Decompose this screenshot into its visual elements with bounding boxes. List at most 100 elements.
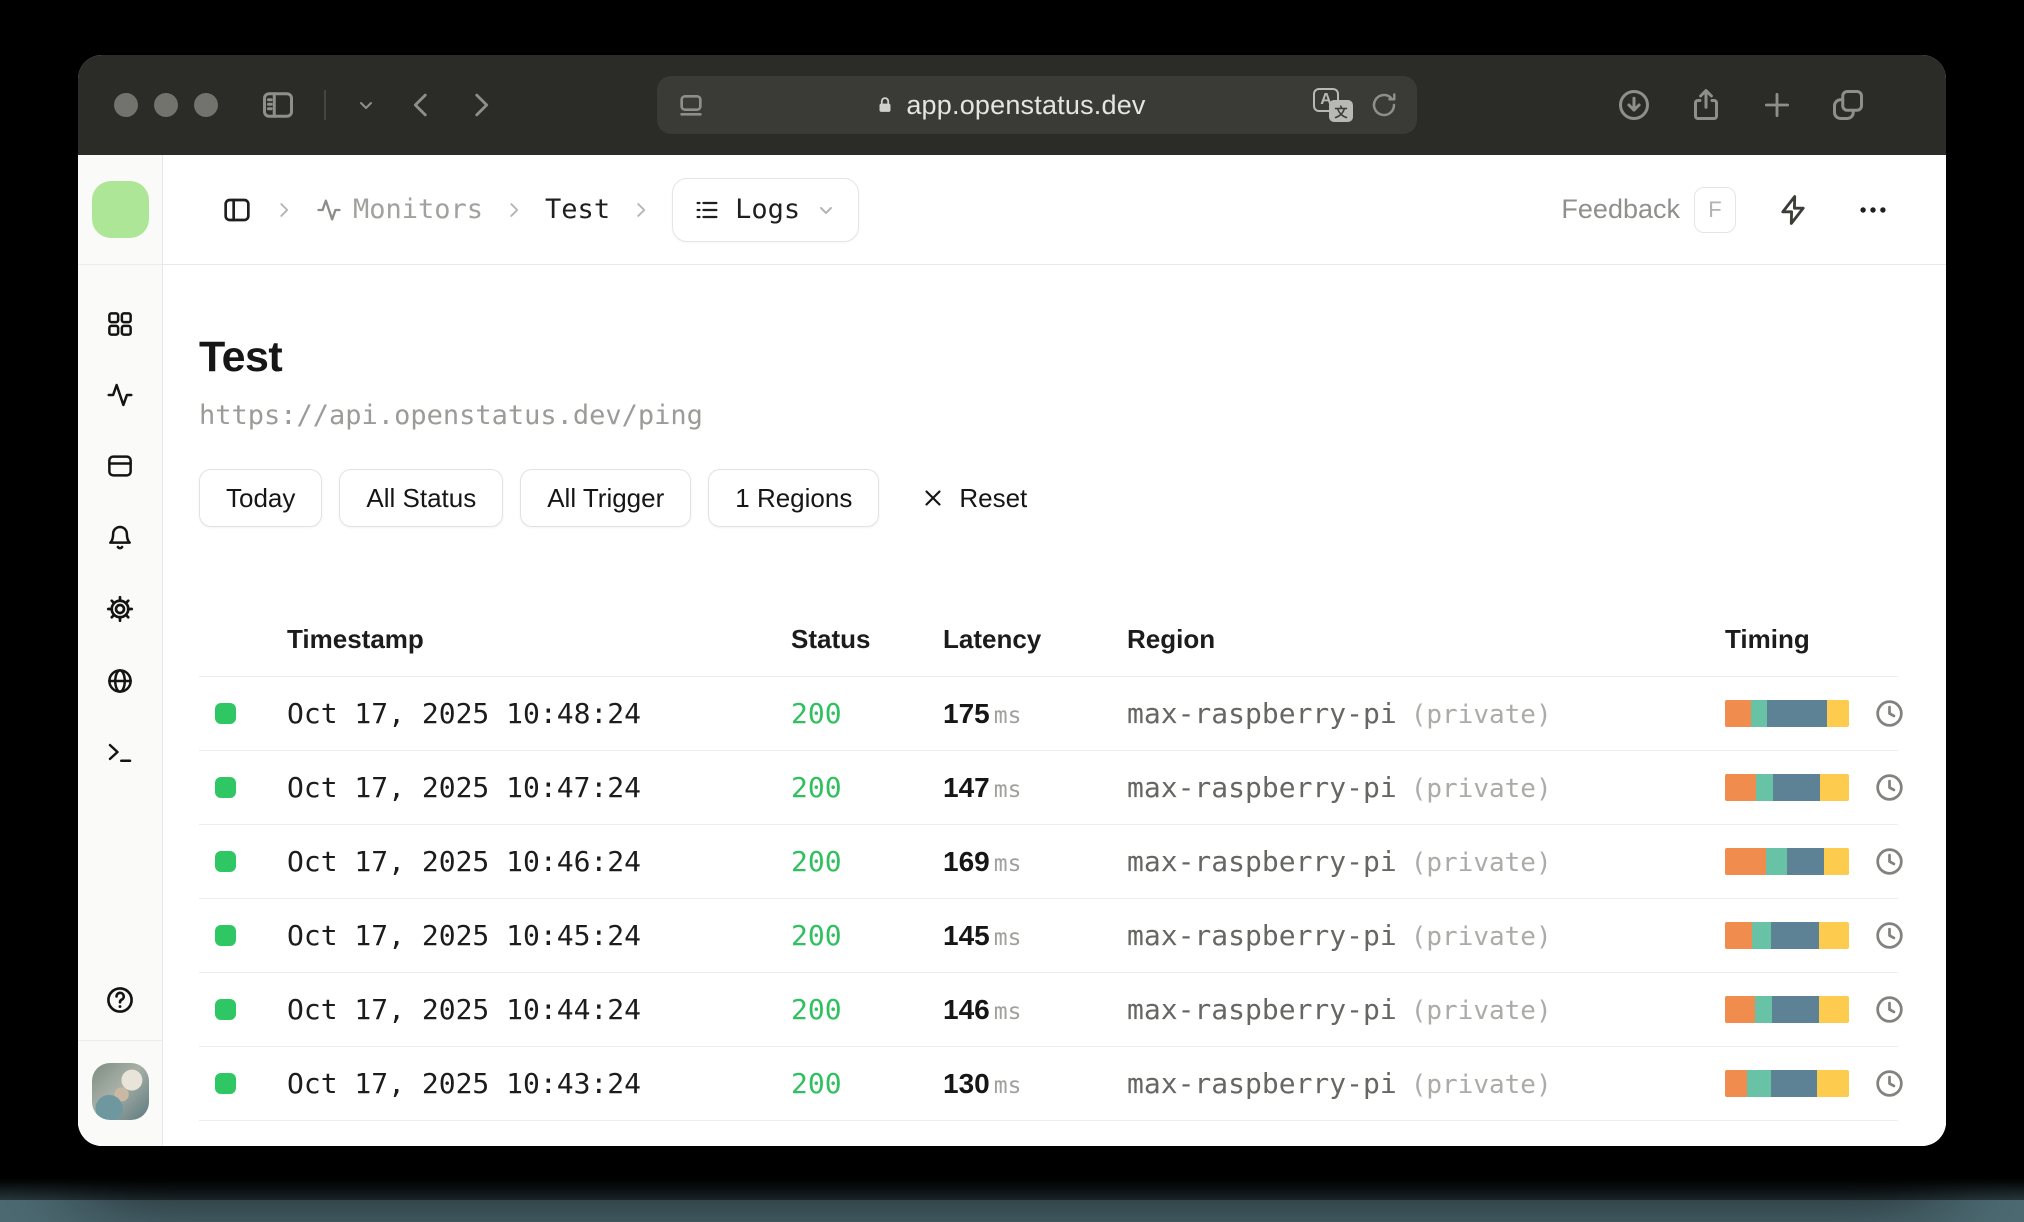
traffic-lights xyxy=(114,93,218,117)
feedback-button[interactable]: Feedback F xyxy=(1561,186,1736,233)
date-filter-button[interactable]: Today xyxy=(199,469,323,527)
user-avatar[interactable] xyxy=(91,1063,149,1120)
breadcrumb-monitor-label: Test xyxy=(545,194,611,225)
clock-icon xyxy=(1876,774,1903,801)
timing-segment-2 xyxy=(1754,996,1773,1023)
log-row[interactable]: Oct 17, 2025 10:46:24 200 169 ms max-ras… xyxy=(199,825,1903,899)
chevron-left-icon xyxy=(413,93,427,117)
status-indicator xyxy=(215,925,236,946)
help-button[interactable] xyxy=(104,984,136,1016)
sidebar-item-monitors[interactable] xyxy=(105,380,135,410)
timing-segment-3 xyxy=(1767,700,1827,727)
log-row[interactable]: Oct 17, 2025 10:47:24 200 147 ms max-ras… xyxy=(199,751,1903,825)
row-details-button[interactable] xyxy=(1871,695,1908,732)
timing-bar xyxy=(1725,848,1849,875)
timing-segment-3 xyxy=(1772,996,1820,1023)
app-sidebar xyxy=(78,155,163,1146)
sidebar-item-status-pages[interactable] xyxy=(105,451,135,481)
page-icon xyxy=(680,95,702,116)
sidebar-item-regions[interactable] xyxy=(105,666,135,696)
monitor-endpoint-url: https://api.openstatus.dev/ping xyxy=(199,400,703,431)
trigger-filter-button[interactable]: All Trigger xyxy=(520,469,692,527)
workspace-logo[interactable] xyxy=(91,181,149,238)
status-indicator xyxy=(215,1073,236,1094)
chevron-right-icon xyxy=(475,93,489,117)
log-row[interactable]: Oct 17, 2025 10:45:24 200 145 ms max-ras… xyxy=(199,899,1903,973)
list-icon xyxy=(696,201,718,218)
status-filter-button[interactable]: All Status xyxy=(339,469,504,527)
row-details-button[interactable] xyxy=(1871,917,1908,954)
row-details-button[interactable] xyxy=(1871,1065,1908,1102)
sidebar-item-notifications[interactable] xyxy=(105,522,135,552)
row-details-button[interactable] xyxy=(1871,843,1908,880)
row-details-button[interactable] xyxy=(1871,769,1908,806)
timing-bar xyxy=(1725,996,1849,1023)
back-button[interactable] xyxy=(404,88,438,122)
clock-icon xyxy=(1876,1070,1903,1097)
share-button[interactable] xyxy=(1688,87,1724,123)
desktop-background-fade xyxy=(0,1174,2024,1200)
latency-value: 145 xyxy=(943,919,990,951)
regions-filter-button[interactable]: 1 Regions xyxy=(708,469,880,527)
breadcrumb-monitor-link[interactable]: Test xyxy=(545,194,610,225)
chevron-down-icon xyxy=(360,102,372,109)
column-header-latency: Latency xyxy=(943,624,1042,654)
translate-button[interactable]: A 文 xyxy=(1312,88,1353,122)
sidebar-item-settings[interactable] xyxy=(104,593,136,625)
latency-unit: ms xyxy=(993,702,1022,729)
browser-sidebar-toggle-button[interactable] xyxy=(260,87,296,123)
ellipsis-icon xyxy=(1860,206,1886,213)
status-indicator xyxy=(215,703,236,724)
page-settings-button[interactable] xyxy=(675,89,707,121)
breadcrumb-separator-icon xyxy=(503,199,525,221)
log-row[interactable]: Oct 17, 2025 10:44:24 200 146 ms max-ras… xyxy=(199,973,1903,1047)
latency-value: 147 xyxy=(943,771,990,803)
minimize-window-button[interactable] xyxy=(154,93,178,117)
latency-unit: ms xyxy=(993,850,1022,877)
region-visibility-note: (private) xyxy=(1410,922,1552,952)
row-timestamp: Oct 17, 2025 10:45:24 xyxy=(287,919,642,952)
breadcrumb-separator-icon xyxy=(273,199,295,221)
latency-value: 175 xyxy=(943,697,990,729)
tab-overview-button[interactable] xyxy=(1830,87,1866,123)
app-sidebar-toggle-button[interactable] xyxy=(221,194,253,226)
sidebar-item-cli[interactable] xyxy=(105,737,135,767)
command-menu-button[interactable] xyxy=(1770,187,1816,233)
column-header-region: Region xyxy=(1127,624,1216,654)
view-selector-button[interactable]: Logs xyxy=(672,177,860,242)
close-icon xyxy=(925,490,941,506)
timing-bar xyxy=(1725,700,1849,727)
timing-segment-1 xyxy=(1725,922,1753,949)
breadcrumb-monitors-link[interactable]: Monitors xyxy=(315,194,483,225)
more-options-button[interactable] xyxy=(1850,187,1896,233)
plus-icon xyxy=(1764,92,1790,118)
downloads-button[interactable] xyxy=(1616,87,1652,123)
region-visibility-note: (private) xyxy=(1410,774,1552,804)
sidebar-item-dashboard[interactable] xyxy=(105,309,135,339)
latency-unit: ms xyxy=(993,998,1022,1025)
address-bar[interactable]: app.openstatus.dev A 文 xyxy=(657,76,1417,134)
bell-icon xyxy=(109,525,131,550)
row-timestamp: Oct 17, 2025 10:47:24 xyxy=(287,771,642,804)
log-row[interactable]: Oct 17, 2025 10:48:24 200 175 ms max-ras… xyxy=(199,677,1903,751)
address-host: app.openstatus.dev xyxy=(874,90,1145,121)
browser-window: app.openstatus.dev A 文 Monitors Test Log… xyxy=(78,55,1946,1146)
close-window-button[interactable] xyxy=(114,93,138,117)
address-url-text: app.openstatus.dev xyxy=(906,89,1146,120)
status-code: 200 xyxy=(791,771,842,804)
browser-toolbar: app.openstatus.dev A 文 xyxy=(78,55,1946,155)
region-name: max-raspberry-pi xyxy=(1127,919,1397,952)
row-details-button[interactable] xyxy=(1871,991,1908,1028)
timing-segment-4 xyxy=(1826,700,1849,727)
reset-filters-button[interactable]: Reset xyxy=(920,483,1027,514)
zoom-window-button[interactable] xyxy=(194,93,218,117)
reload-button[interactable] xyxy=(1369,90,1399,120)
download-icon xyxy=(1619,90,1649,120)
latency-value: 169 xyxy=(943,845,990,877)
chevron-down-icon xyxy=(820,206,833,214)
sidebar-dropdown-button[interactable] xyxy=(354,93,378,117)
log-row[interactable]: Oct 17, 2025 10:43:24 200 130 ms max-ras… xyxy=(199,1047,1903,1121)
latency-value: 146 xyxy=(943,993,990,1025)
new-tab-button[interactable] xyxy=(1760,88,1794,122)
forward-button[interactable] xyxy=(464,88,498,122)
